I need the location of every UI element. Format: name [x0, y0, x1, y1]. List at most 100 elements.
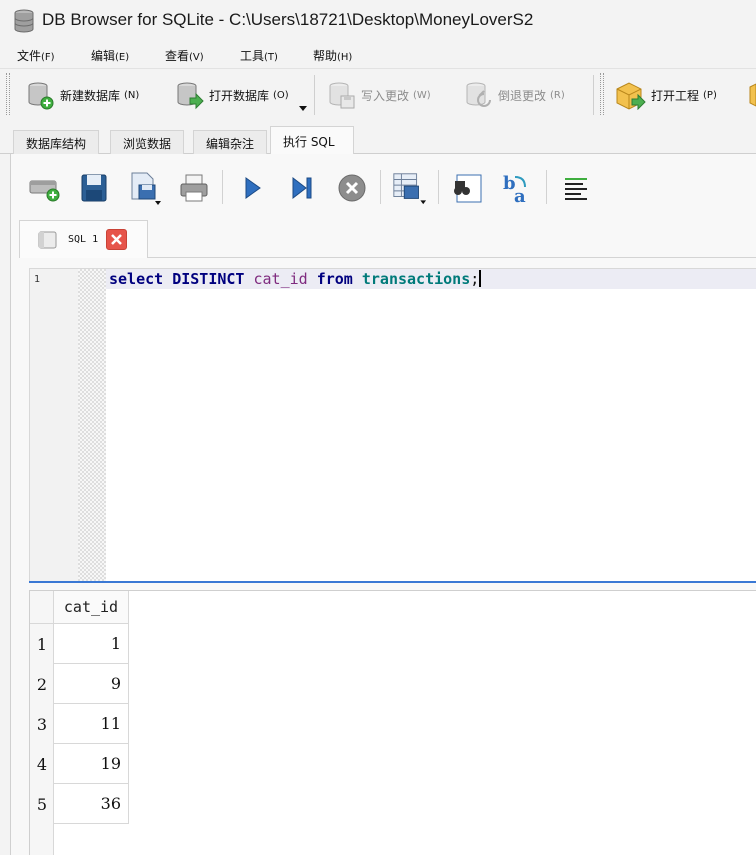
find-text-button[interactable]	[450, 170, 486, 206]
write-changes-icon	[329, 82, 355, 109]
print-icon	[180, 174, 208, 202]
sql-editor[interactable]: 1 select DISTINCT cat_id from transactio…	[29, 268, 756, 581]
identifier-token: cat_id	[253, 270, 308, 288]
save-results-button[interactable]	[391, 170, 427, 206]
close-tab-button[interactable]	[106, 229, 127, 250]
svg-text:a: a	[514, 186, 526, 205]
cell-value: 19	[100, 754, 121, 773]
menu-help[interactable]: 帮助(H)	[313, 47, 352, 64]
execute-current-line-button[interactable]	[284, 170, 320, 206]
cell-value: 1	[110, 634, 121, 653]
menu-edit[interactable]: 编辑(E)	[91, 47, 129, 64]
tab-browse-data[interactable]: 浏览数据	[110, 130, 185, 154]
window-title: DB Browser for SQLite - C:\Users\18721\D…	[42, 10, 534, 29]
stop-execution-button[interactable]	[334, 170, 370, 206]
line-number: 1	[34, 274, 41, 285]
row-number: 3	[36, 714, 48, 734]
step-forward-icon	[292, 176, 312, 200]
tab-browse-data-label: 浏览数据	[123, 137, 172, 151]
row-header[interactable]: 3	[30, 704, 54, 744]
table-cell[interactable]: 9	[54, 664, 129, 704]
row-header[interactable]: 1	[30, 624, 54, 664]
editor-results-splitter[interactable]	[29, 581, 756, 583]
menu-tools-label: 工具	[240, 49, 265, 63]
save-sql-file-button[interactable]	[126, 170, 162, 206]
table-cell[interactable]: 19	[54, 744, 129, 784]
text-lines-icon	[565, 178, 587, 200]
menu-help-label: 帮助	[313, 49, 338, 63]
menu-edit-label: 编辑	[91, 49, 116, 63]
write-changes-button[interactable]: 写入更改 (W)	[327, 77, 431, 113]
menu-tools-accel: (T)	[264, 52, 278, 63]
project-overflow-icon[interactable]	[748, 83, 756, 107]
main-toolbar: 新建数据库 (N) 打开数据库 (O) 写入更改 (W) 倒退更改 (R) 打开…	[0, 68, 756, 120]
toolbar-separator	[314, 75, 315, 115]
open-sql-file-icon	[81, 174, 107, 202]
keyword-token: from	[316, 270, 353, 288]
sql-toolbar-separator	[380, 170, 381, 204]
menu-edit-accel: (E)	[115, 52, 130, 63]
sql-document-icon	[38, 231, 57, 249]
open-sql-file-button[interactable]	[76, 170, 112, 206]
line-number-gutter: 1	[30, 269, 78, 581]
fold-margin[interactable]	[78, 269, 106, 581]
menu-file[interactable]: 文件(F)	[17, 47, 55, 64]
open-database-dropdown-icon[interactable]	[299, 106, 307, 111]
new-database-label: 新建数据库	[60, 88, 121, 103]
comment-toggle-button[interactable]	[558, 170, 594, 206]
row-header[interactable]: 5	[30, 784, 54, 824]
open-project-accel: (P)	[703, 89, 717, 101]
sql-toolbar-separator	[222, 170, 223, 204]
sql-editor-tab[interactable]: SQL 1	[19, 220, 148, 258]
open-tab-icon	[29, 180, 60, 202]
print-button[interactable]	[176, 170, 212, 206]
stop-icon	[338, 174, 366, 202]
find-icon	[454, 174, 482, 203]
find-replace-button[interactable]: b a	[500, 170, 536, 206]
menu-tools[interactable]: 工具(T)	[240, 47, 278, 64]
open-project-icon	[616, 82, 646, 110]
row-number: 1	[36, 634, 48, 654]
keyword-token: DISTINCT	[172, 270, 245, 288]
write-changes-accel: (W)	[413, 89, 431, 101]
row-number: 2	[36, 674, 48, 694]
tab-execute-sql[interactable]: 执行 SQL	[270, 126, 354, 154]
open-project-button[interactable]: 打开工程 (P)	[615, 77, 717, 113]
toolbar-grip[interactable]	[600, 73, 604, 115]
column-header-label: cat_id	[63, 598, 119, 616]
tab-edit-pragmas-label: 编辑杂注	[206, 137, 255, 151]
open-tab-button[interactable]	[26, 170, 62, 206]
cell-value: 11	[100, 714, 121, 733]
sql-code-line[interactable]: select DISTINCT cat_id from transactions…	[109, 270, 482, 288]
execute-all-button[interactable]	[234, 170, 270, 206]
menu-view-accel: (V)	[189, 52, 204, 63]
menu-view[interactable]: 查看(V)	[165, 47, 204, 64]
revert-changes-label: 倒退更改	[498, 88, 547, 103]
menu-help-accel: (H)	[337, 52, 353, 63]
new-database-button[interactable]: 新建数据库 (N)	[26, 77, 139, 113]
sql-tab-label: SQL 1	[68, 234, 99, 245]
column-header-cat-id[interactable]: cat_id	[54, 591, 129, 624]
open-project-label: 打开工程	[651, 88, 700, 103]
text-caret	[479, 270, 482, 287]
table-cell[interactable]: 36	[54, 784, 129, 824]
open-database-button[interactable]: 打开数据库 (O)	[175, 77, 289, 113]
table-cell[interactable]: 11	[54, 704, 129, 744]
cell-value: 36	[100, 794, 121, 813]
row-number: 5	[36, 794, 48, 814]
select-all-corner[interactable]	[30, 591, 54, 624]
results-grid[interactable]: cat_id 1 1 2 9 3 11 4 19 5 36	[29, 590, 756, 855]
tab-database-structure[interactable]: 数据库结构	[13, 130, 100, 154]
row-header[interactable]: 2	[30, 664, 54, 704]
play-icon	[245, 177, 261, 199]
table-cell[interactable]: 1	[54, 624, 129, 664]
menu-view-label: 查看	[165, 49, 190, 63]
open-database-accel: (O)	[273, 89, 289, 101]
sql-toolbar-separator	[438, 170, 439, 204]
toolbar-grip[interactable]	[6, 73, 10, 115]
tab-edit-pragmas[interactable]: 编辑杂注	[193, 130, 268, 154]
revert-changes-button[interactable]: 倒退更改 (R)	[464, 77, 565, 113]
menu-file-accel: (F)	[41, 52, 55, 63]
semicolon-token: ;	[470, 270, 480, 288]
row-header[interactable]: 4	[30, 744, 54, 784]
